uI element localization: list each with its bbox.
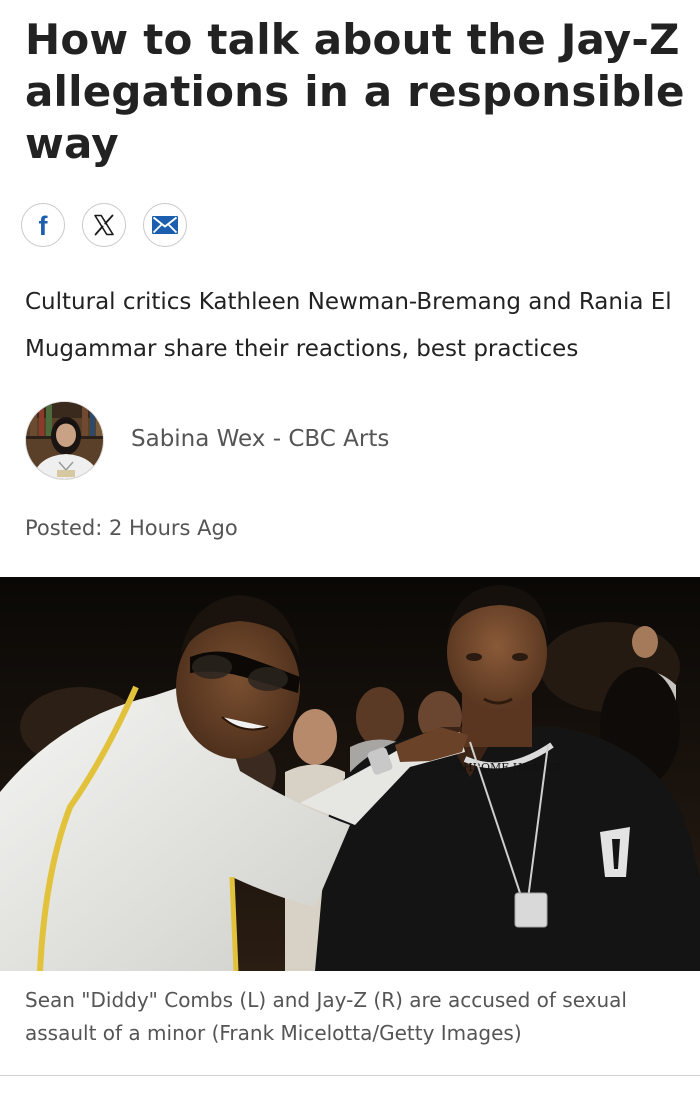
facebook-icon: f	[33, 212, 53, 238]
author-byline[interactable]: Sabina Wex - CBC Arts	[131, 426, 389, 452]
email-icon	[152, 216, 178, 234]
article-dek: Cultural critics Kathleen Newman-Bremang…	[25, 289, 672, 362]
posted-time: Posted: 2 Hours Ago	[25, 516, 238, 540]
author-avatar[interactable]	[25, 401, 104, 480]
share-facebook-button[interactable]: f	[21, 203, 65, 247]
photo-caption: Sean "Diddy" Combs (L) and Jay-Z (R) are…	[25, 988, 627, 1045]
share-x-button[interactable]	[82, 203, 126, 247]
svg-text:f: f	[39, 212, 49, 238]
share-email-button[interactable]	[143, 203, 187, 247]
hero-photo: CHROME HEARTS	[0, 577, 700, 971]
share-buttons: f	[21, 203, 187, 247]
article-headline: How to talk about the Jay-Z allegations …	[25, 15, 685, 168]
x-icon	[92, 213, 116, 237]
divider	[0, 1075, 700, 1076]
